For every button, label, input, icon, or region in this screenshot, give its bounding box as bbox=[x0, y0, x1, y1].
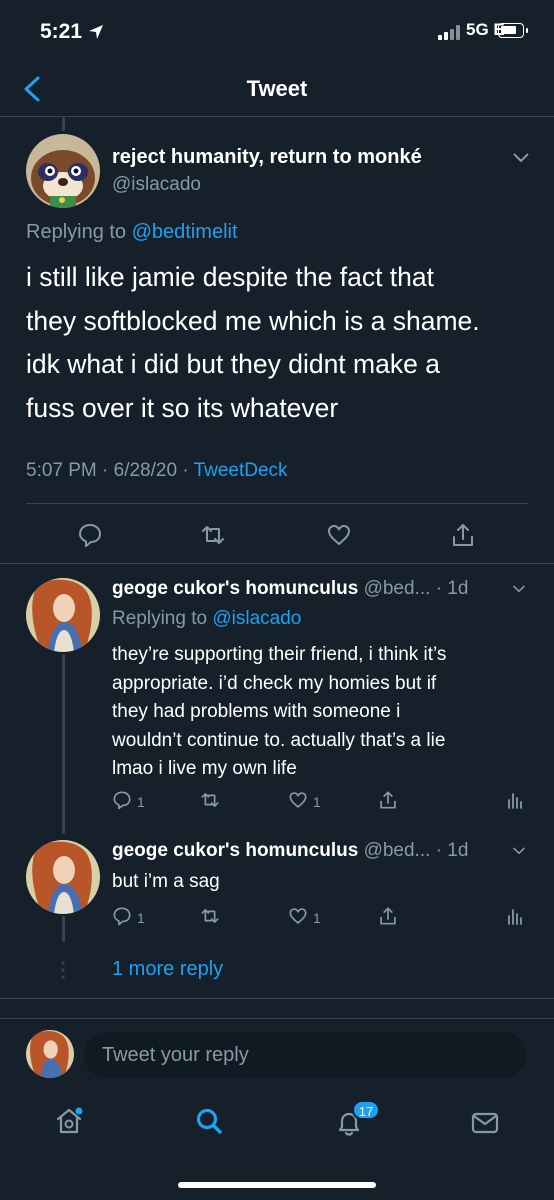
share-icon[interactable] bbox=[378, 906, 398, 926]
notifications-badge: 17 bbox=[352, 1100, 380, 1120]
search-icon[interactable] bbox=[194, 1106, 224, 1136]
reply-display-name[interactable]: geoge cukor's homunculus bbox=[112, 578, 358, 599]
main-tweet-text: i still like jamie despite the fact that… bbox=[26, 256, 536, 430]
signal-bars-icon bbox=[438, 24, 464, 40]
tweet-text-line: i still like jamie despite the fact that bbox=[26, 262, 434, 292]
reply-handle[interactable]: @bed... bbox=[364, 840, 431, 861]
main-display-name[interactable]: reject humanity, return to monké bbox=[112, 146, 422, 169]
replying-label: Replying to bbox=[26, 221, 127, 243]
like-count: 1 bbox=[313, 794, 321, 810]
share-icon[interactable] bbox=[378, 790, 398, 810]
messages-icon[interactable] bbox=[470, 1108, 500, 1138]
replying-label: Replying to bbox=[112, 608, 208, 629]
reply-avatar[interactable] bbox=[26, 578, 100, 652]
chevron-down-icon[interactable] bbox=[512, 152, 530, 164]
more-replies-link[interactable]: 1 more reply bbox=[112, 958, 223, 981]
reply-text-line: lmao i live my own life bbox=[112, 758, 297, 779]
analytics-icon[interactable] bbox=[505, 906, 525, 926]
tweet-meta: 5:07 PM · 6/28/20 · TweetDeck bbox=[26, 460, 288, 482]
tweet-source-link[interactable]: TweetDeck bbox=[194, 460, 288, 481]
reply-header: geoge cukor's homunculus @bed... · 1d bbox=[112, 840, 468, 862]
reply-display-name[interactable]: geoge cukor's homunculus bbox=[112, 840, 358, 861]
retweet-icon[interactable] bbox=[200, 906, 220, 926]
reply-text: but i’m a sag bbox=[112, 868, 512, 897]
tweet-text-line: fuss over it so its whatever bbox=[26, 392, 339, 423]
thread-divider bbox=[0, 998, 554, 999]
like-icon[interactable] bbox=[326, 522, 352, 548]
like-icon[interactable] bbox=[288, 906, 308, 926]
main-avatar[interactable] bbox=[26, 134, 100, 208]
chevron-down-icon[interactable] bbox=[512, 584, 526, 594]
compose-avatar[interactable] bbox=[26, 1030, 74, 1078]
tweet-text-line: idk what i did but they didnt make a bbox=[26, 349, 440, 379]
page-title: Tweet bbox=[246, 76, 308, 101]
reply-text-line: appropriate. i’d check my homies but if bbox=[112, 672, 437, 694]
location-arrow-icon bbox=[89, 25, 103, 39]
like-icon[interactable] bbox=[288, 790, 308, 810]
chevron-down-icon[interactable] bbox=[512, 846, 526, 856]
thread-dots-icon bbox=[61, 961, 65, 979]
reply-text-line: they’re supporting their friend, i think… bbox=[112, 644, 447, 665]
main-tweet-divider bbox=[0, 563, 554, 564]
main-replying-to: Replying to @bedtimelit bbox=[26, 221, 238, 244]
like-count: 1 bbox=[313, 910, 321, 926]
thread-line-top bbox=[62, 117, 65, 131]
replying-to-link[interactable]: @bedtimelit bbox=[132, 221, 238, 243]
main-handle[interactable]: @islacado bbox=[112, 174, 201, 196]
compose-placeholder: Tweet your reply bbox=[102, 1044, 249, 1066]
status-bar: 5:21 5G E bbox=[0, 0, 554, 66]
compose-divider bbox=[0, 1018, 554, 1019]
reply-avatar[interactable] bbox=[26, 840, 100, 914]
reply-text-line: wouldn’t continue to. actually that’s a … bbox=[112, 729, 446, 751]
meta-divider bbox=[26, 503, 528, 504]
thread-line bbox=[62, 916, 65, 942]
thread-line bbox=[62, 654, 65, 834]
reply-icon[interactable] bbox=[77, 522, 103, 548]
reply-text: they’re supporting their friend, i think… bbox=[112, 641, 512, 784]
retweet-icon[interactable] bbox=[200, 790, 220, 810]
tweet-text-line: they softblocked me which is a shame. bbox=[26, 305, 480, 336]
reply-icon[interactable] bbox=[112, 906, 132, 926]
share-icon[interactable] bbox=[450, 522, 476, 548]
reply-replying-to: Replying to @islacado bbox=[112, 608, 301, 630]
reply-header: geoge cukor's homunculus @bed... · 1d bbox=[112, 578, 468, 600]
replying-to-link[interactable]: @islacado bbox=[212, 608, 301, 629]
battery-icon bbox=[498, 23, 528, 38]
header-divider bbox=[0, 116, 554, 117]
home-indicator[interactable] bbox=[178, 1182, 376, 1188]
reply-count: 1 bbox=[137, 794, 145, 810]
tweet-timestamp: 5:07 PM · 6/28/20 · bbox=[26, 460, 194, 481]
status-time: 5:21 bbox=[40, 20, 83, 43]
reply-age: · 1d bbox=[430, 840, 469, 861]
reply-count: 1 bbox=[137, 910, 145, 926]
analytics-icon[interactable] bbox=[505, 790, 525, 810]
reply-text-line: they had problems with someone i bbox=[112, 701, 401, 722]
home-icon[interactable] bbox=[54, 1106, 84, 1136]
reply-icon[interactable] bbox=[112, 790, 132, 810]
retweet-icon[interactable] bbox=[200, 522, 226, 548]
reply-handle[interactable]: @bed... bbox=[364, 578, 431, 599]
reply-age: · 1d bbox=[430, 578, 469, 599]
reply-text-line: but i’m a sag bbox=[112, 871, 220, 892]
